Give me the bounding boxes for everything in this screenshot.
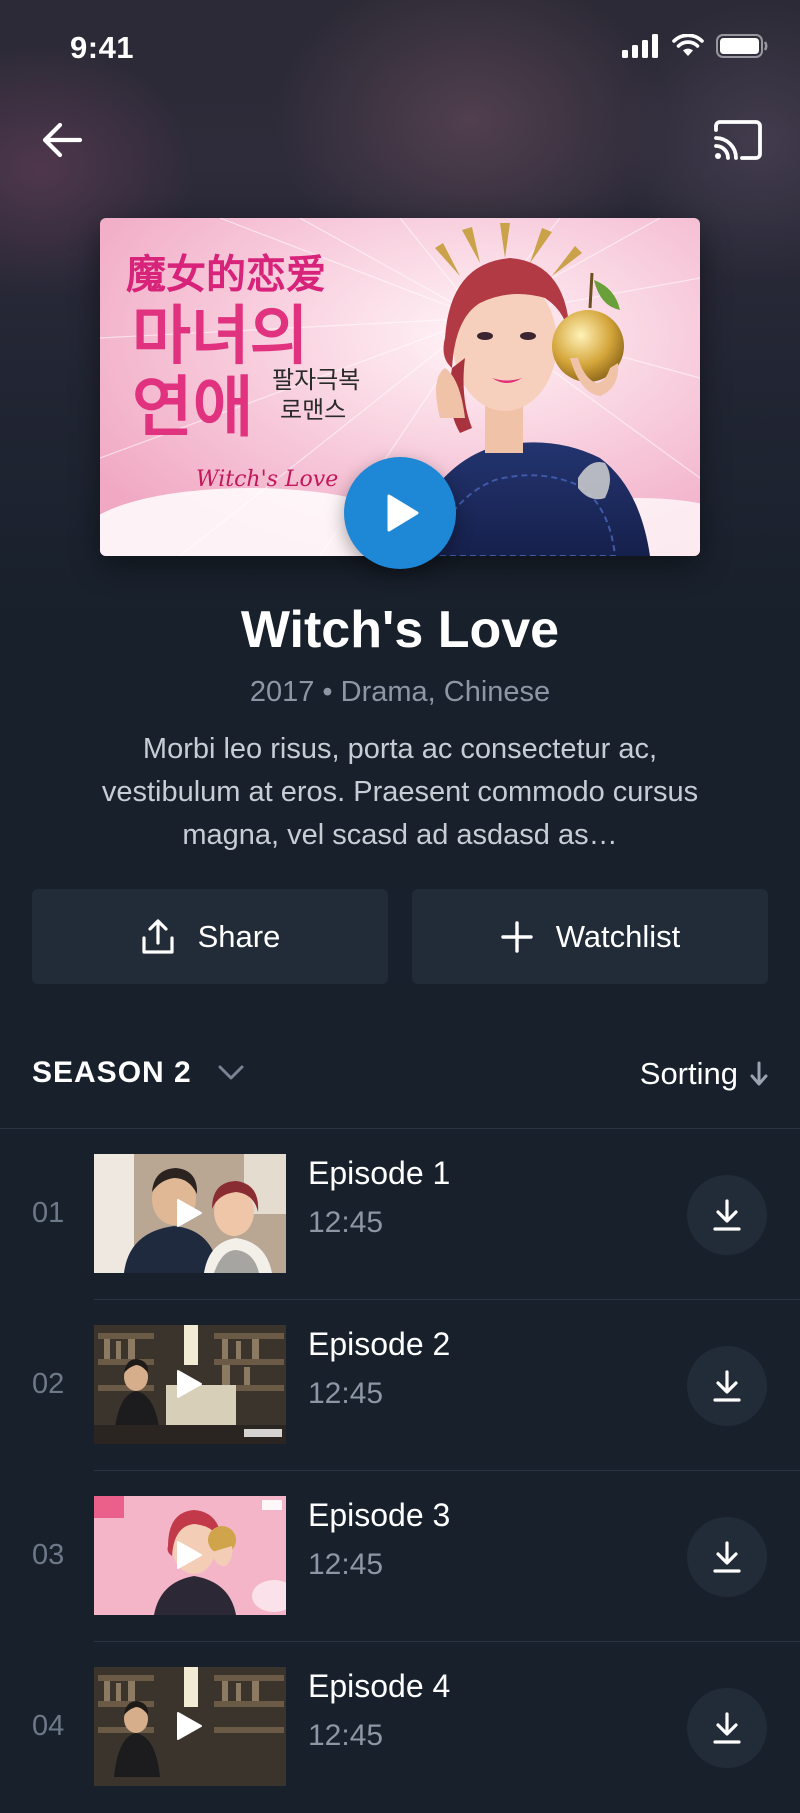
play-icon: [177, 1199, 202, 1227]
wifi-icon: [672, 34, 704, 56]
battery-icon: [716, 34, 768, 58]
episode-thumbnail[interactable]: [94, 1496, 286, 1615]
episode-title: Episode 4: [308, 1668, 451, 1704]
poster-chinese-title: 魔女的恋爱: [126, 252, 326, 298]
episode-duration: 12:45: [308, 1206, 384, 1239]
season-row: SEASON 2 Sorting: [0, 1040, 800, 1104]
chevron-down-icon: [218, 1065, 244, 1080]
arrow-left-icon: [42, 122, 83, 158]
episode-row[interactable]: 01 Episode 1 12:45: [0, 1129, 800, 1300]
watchlist-label: Watchlist: [555, 918, 681, 954]
download-button[interactable]: [687, 1346, 767, 1426]
poster-korean-sub-2: 로맨스: [280, 396, 346, 424]
episode-row[interactable]: 04 Episode 4 12:45: [0, 1642, 800, 1813]
play-icon: [177, 1541, 202, 1569]
status-time: 9:41: [70, 30, 135, 65]
poster-english-title: Witch's Love: [196, 467, 338, 492]
episode-duration: 12:45: [308, 1719, 384, 1752]
plus-icon: [501, 920, 533, 953]
episode-thumbnail[interactable]: [94, 1154, 286, 1273]
play-icon: [177, 1712, 202, 1740]
signal-icon: [622, 34, 658, 58]
share-label: Share: [197, 918, 281, 954]
episode-title: Episode 1: [308, 1155, 451, 1191]
download-button[interactable]: [687, 1175, 767, 1255]
status-bar: 9:41: [0, 0, 800, 100]
episode-number: 01: [32, 1197, 65, 1229]
play-icon: [387, 494, 419, 532]
episode-thumbnail[interactable]: [94, 1325, 286, 1444]
poster-korean-sub-1: 팔자극복: [272, 366, 360, 394]
sorting-label: Sorting: [639, 1056, 738, 1091]
share-button[interactable]: Share: [32, 889, 388, 984]
poster-korean-title-2: 연애: [132, 369, 253, 446]
play-button[interactable]: [344, 457, 456, 569]
episode-number: 03: [32, 1539, 65, 1571]
season-selector[interactable]: SEASON 2: [32, 1056, 244, 1090]
episode-number: 02: [32, 1368, 65, 1400]
poster-korean-title-1: 마녀의: [132, 300, 309, 374]
show-title: Witch's Love: [240, 601, 560, 659]
show-meta: 2017 • Drama, Chinese: [249, 676, 551, 708]
episode-duration: 12:45: [308, 1377, 384, 1410]
cast-button[interactable]: [706, 108, 770, 172]
episode-title: Episode 2: [308, 1326, 451, 1362]
episode-row[interactable]: 02 Episode 2 12:45: [0, 1300, 800, 1471]
episode-number: 04: [32, 1710, 65, 1742]
sorting-button[interactable]: Sorting: [640, 1056, 768, 1092]
episode-row[interactable]: 03 Episode 3 12:45: [0, 1471, 800, 1642]
share-icon: [142, 918, 174, 954]
watchlist-button[interactable]: Watchlist: [412, 889, 768, 984]
top-bar: [0, 100, 800, 180]
play-icon: [177, 1370, 202, 1398]
episode-thumbnail[interactable]: [94, 1667, 286, 1786]
download-icon: [713, 1712, 741, 1744]
back-button[interactable]: [30, 108, 94, 172]
download-icon: [713, 1541, 741, 1573]
status-icons: [622, 34, 768, 58]
download-icon: [713, 1370, 741, 1402]
download-icon: [713, 1199, 741, 1231]
episode-duration: 12:45: [308, 1548, 384, 1581]
arrow-down-icon: [750, 1061, 768, 1086]
episode-title: Episode 3: [308, 1497, 451, 1533]
season-label: SEASON 2: [32, 1056, 192, 1089]
download-button[interactable]: [687, 1517, 767, 1597]
show-description[interactable]: Morbi leo risus, porta ac consectetur ac…: [80, 728, 720, 857]
cast-icon: [714, 120, 762, 160]
download-button[interactable]: [687, 1688, 767, 1768]
